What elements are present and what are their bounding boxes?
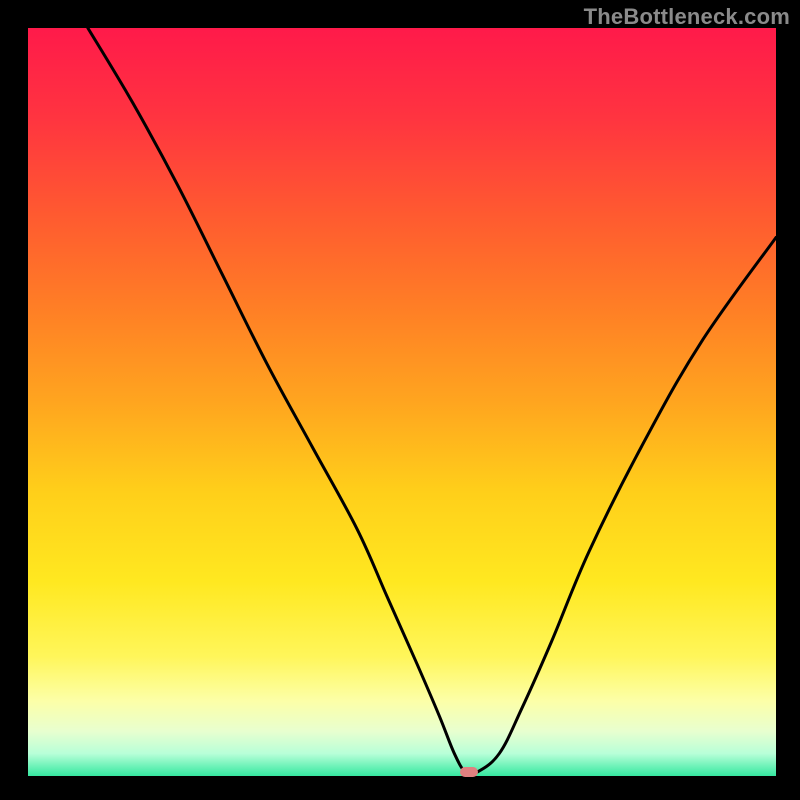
optimal-point-marker xyxy=(460,767,478,777)
chart-stage: TheBottleneck.com xyxy=(0,0,800,800)
bottleneck-curve xyxy=(28,28,776,776)
plot-area xyxy=(28,28,776,776)
watermark-text: TheBottleneck.com xyxy=(584,4,790,30)
